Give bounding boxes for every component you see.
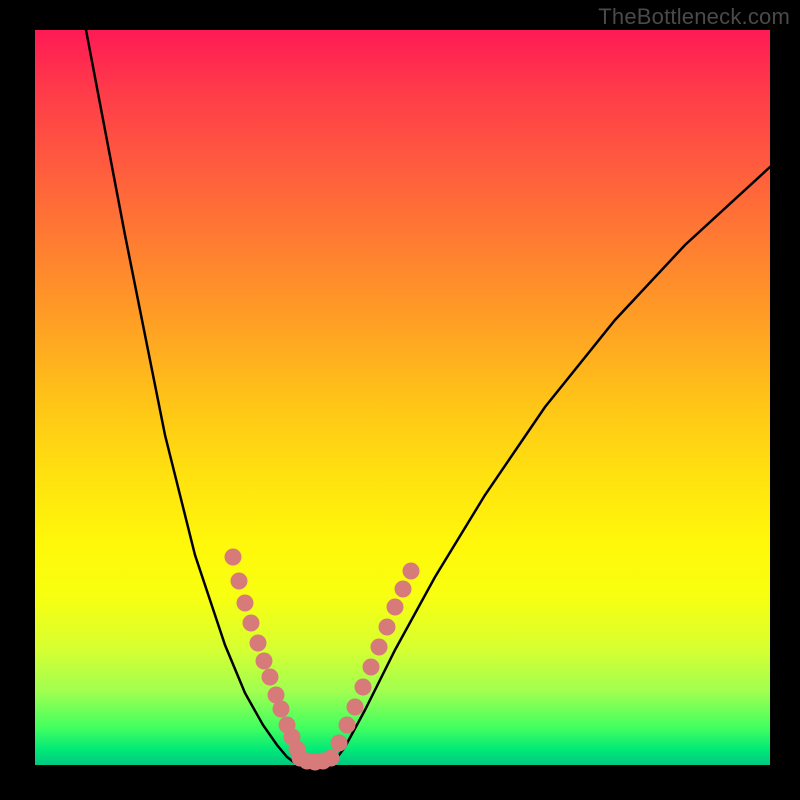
scatter-dot	[371, 639, 388, 656]
scatter-dot	[231, 573, 248, 590]
chart-svg	[35, 30, 770, 765]
chart-plot-area	[35, 30, 770, 765]
scatter-dot	[379, 619, 396, 636]
v-curve-path	[86, 30, 770, 763]
scatter-dot	[250, 635, 267, 652]
scatter-dot	[243, 615, 260, 632]
scatter-dot	[273, 701, 290, 718]
curve-line	[86, 30, 770, 763]
scatter-dot	[387, 599, 404, 616]
scatter-dot	[331, 735, 348, 752]
scatter-dot	[403, 563, 420, 580]
scatter-dot	[395, 581, 412, 598]
watermark-text: TheBottleneck.com	[598, 4, 790, 30]
scatter-dot	[237, 595, 254, 612]
scatter-dot	[347, 699, 364, 716]
scatter-dot	[363, 659, 380, 676]
scatter-dot	[355, 679, 372, 696]
scatter-dot	[323, 750, 340, 767]
scatter-dot	[262, 669, 279, 686]
scatter-dot	[225, 549, 242, 566]
scatter-dot	[339, 717, 356, 734]
scatter-dot	[256, 653, 273, 670]
